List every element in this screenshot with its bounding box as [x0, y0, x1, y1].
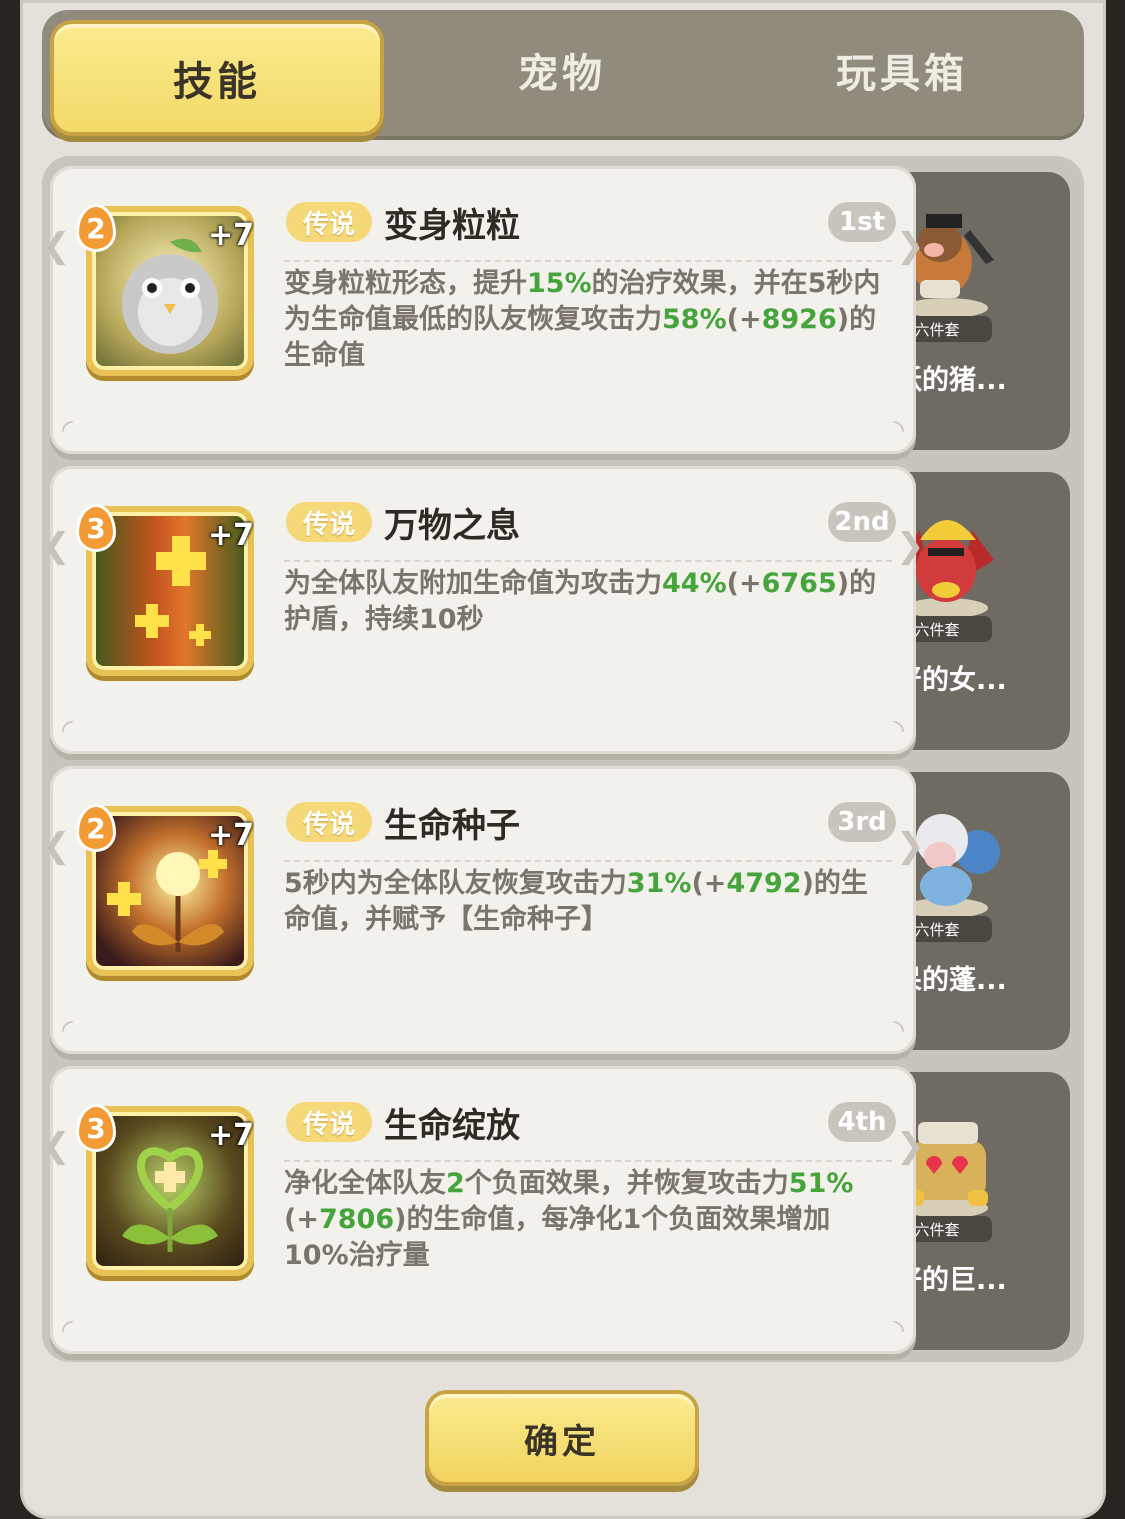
skill-name: 变身粒粒: [384, 206, 520, 246]
rarity-badge: 传说: [286, 202, 372, 242]
card-ornament: ◜: [62, 413, 73, 446]
upgrade-plus: +7: [208, 218, 255, 253]
card-ornament: ❯: [896, 526, 925, 566]
divider: [284, 260, 892, 262]
card-ornament: ◜: [62, 1013, 73, 1046]
tab-toybox[interactable]: 玩具箱: [732, 10, 1072, 130]
card-ornament: ❯: [896, 226, 925, 266]
skill-name: 生命种子: [384, 806, 520, 846]
rarity-badge: 传说: [286, 502, 372, 542]
skill-row: 六件套 活跃的猪... ❮ ❯ ◜ ◝ 2 +7 传说 变身粒粒 1st 变身粒…: [42, 166, 1070, 454]
card-ornament: ❮: [42, 226, 71, 266]
skill-description: 变身粒粒形态，提升15%的治疗效果，并在5秒内为生命值最低的队友恢复攻击力58%…: [284, 268, 881, 371]
skill-name: 万物之息: [384, 506, 520, 546]
card-ornament: ❮: [42, 1126, 71, 1166]
skill-card[interactable]: ❮ ❯ ◜ ◝ 2 +7 传说 变身粒粒 1st 变身粒粒形态，提升15%的治疗…: [42, 166, 925, 454]
divider: [284, 560, 892, 562]
rarity-badge: 传说: [286, 1102, 372, 1142]
skill-name: 生命绽放: [384, 1106, 520, 1146]
skill-description: 为全体队友附加生命值为攻击力44%(+6765)的护盾，持续10秒: [284, 568, 877, 635]
card-ornament: ◝: [893, 1313, 904, 1346]
upgrade-plus: +7: [208, 1118, 255, 1153]
card-ornament: ◝: [893, 713, 904, 746]
card-ornament: ◜: [62, 713, 73, 746]
card-ornament: ◝: [893, 413, 904, 446]
skill-card[interactable]: ❮ ❯ ◜ ◝ 3 +7 传说 万物之息 2nd 为全体队友附加生命值为攻击力4…: [42, 466, 925, 754]
upgrade-plus: +7: [208, 518, 255, 553]
rank-badge: 1st: [828, 202, 896, 242]
skill-description: 净化全体队友2个负面效果，并恢复攻击力51%(+7806)的生命值，每净化1个负…: [284, 1168, 854, 1271]
upgrade-plus: +7: [208, 818, 255, 853]
card-ornament: ❮: [42, 826, 71, 866]
skill-row: 六件套 发呆的蓬... ❮ ❯ ◜ ◝ 2 +7 传说 生命种子 3rd 5秒内…: [42, 766, 1070, 1054]
card-ornament: ❯: [896, 826, 925, 866]
skill-row: 六件套 威严的女... ❮ ❯ ◜ ◝ 3 +7 传说 万物之息 2nd 为全体…: [42, 466, 1070, 754]
card-ornament: ❮: [42, 526, 71, 566]
card-ornament: ❯: [896, 1126, 925, 1166]
skill-description: 5秒内为全体队友恢复攻击力31%(+4792)的生命值，并赋予【生命种子】: [284, 868, 868, 935]
rarity-badge: 传说: [286, 802, 372, 842]
card-ornament: ◝: [893, 1013, 904, 1046]
tab-pets[interactable]: 宠物: [392, 10, 732, 130]
divider: [284, 1160, 892, 1162]
skill-card[interactable]: ❮ ❯ ◜ ◝ 3 +7 传说 生命绽放 4th 净化全体队友2个负面效果，并恢…: [42, 1066, 925, 1354]
rank-badge: 4th: [828, 1102, 896, 1142]
tab-bar: 技能 宠物 玩具箱: [42, 10, 1084, 140]
divider: [284, 860, 892, 862]
tab-skills[interactable]: 技能: [50, 20, 384, 136]
card-ornament: ◜: [62, 1313, 73, 1346]
confirm-button[interactable]: 确定: [425, 1390, 699, 1486]
rank-badge: 3rd: [828, 802, 896, 842]
skill-card[interactable]: ❮ ❯ ◜ ◝ 2 +7 传说 生命种子 3rd 5秒内为全体队友恢复攻击力31…: [42, 766, 925, 1054]
skill-row: 六件套 友好的巨... ❮ ❯ ◜ ◝ 3 +7 传说 生命绽放 4th 净化全…: [42, 1066, 1070, 1354]
rank-badge: 2nd: [828, 502, 896, 542]
